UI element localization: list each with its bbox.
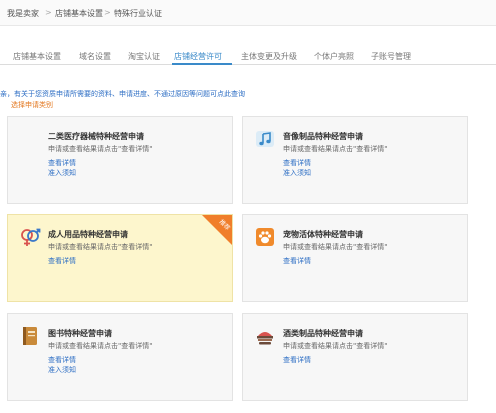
tab-store-business-license[interactable]: 店铺经营许可 [174,51,222,62]
book-icon [23,327,37,345]
card-audio-video: 音像制品特种经营申请 申请或查看结果请点击"查看详情" 查看详情 准入须知 [242,116,468,204]
card-description: 申请或查看结果请点击"查看详情" [48,342,153,350]
tab-bar: 店铺基本设置 域名设置 淘宝认证 店铺经营许可 主体变更及升级 个体户亮照 子账… [0,46,496,65]
tab-entity-change-upgrade[interactable]: 主体变更及升级 [241,51,297,62]
music-note-icon [256,131,274,147]
tab-store-basic-settings[interactable]: 店铺基本设置 [13,51,61,62]
card-description: 申请或查看结果请点击"查看详情" [283,342,388,350]
card-title: 宠物活体特种经营申请 [283,230,363,239]
card-description: 申请或查看结果请点击"查看详情" [48,243,153,251]
breadcrumb-separator: > [104,8,111,17]
card-medical-device: 二类医疗器械特种经营申请 申请或查看结果请点击"查看详情" 查看详情 准入须知 [7,116,233,204]
card-title: 酒类制品特种经营申请 [283,329,363,338]
view-details-link[interactable]: 查看详情 [283,355,311,365]
paw-icon [256,228,274,246]
medical-device-icon [19,128,41,150]
gender-symbol-icon [21,228,41,246]
card-description: 申请或查看结果请点击"查看详情" [48,145,153,153]
breadcrumb-item-store-settings[interactable]: 店铺基本设置 [55,8,103,19]
choose-category-label: 选择申请类别 [11,101,53,109]
admission-notice-link[interactable]: 准入须知 [283,168,311,178]
breadcrumb-item-seller[interactable]: 我是卖家 [7,8,39,19]
view-details-link[interactable]: 查看详情 [48,256,76,266]
breadcrumb-item-current: 特殊行业认证 [114,9,162,18]
tab-domain-settings[interactable]: 域名设置 [79,51,111,62]
card-description: 申请或查看结果请点击"查看详情" [283,145,388,153]
view-details-link[interactable]: 查看详情 [48,355,76,365]
view-details-link[interactable]: 查看详情 [283,256,311,266]
breadcrumb-separator: > [45,8,52,17]
card-books: 图书特种经营申请 申请或查看结果请点击"查看详情" 查看详情 准入须知 [7,313,233,401]
card-adult-products: 成人用品特种经营申请 申请或查看结果请点击"查看详情" 查看详情 推荐 [7,214,233,302]
card-alcohol-products: 酒类制品特种经营申请 申请或查看结果请点击"查看详情" 查看详情 [242,313,468,401]
card-title: 音像制品特种经营申请 [283,132,363,141]
tab-individual-license-display[interactable]: 个体户亮照 [314,51,354,62]
qualification-notice-link[interactable]: 亲，有关于您资质申请所需要的资料、申请进度、不通过原因等问题可点此查询 [0,89,245,99]
view-details-link[interactable]: 查看详情 [48,158,76,168]
tab-sub-account-management[interactable]: 子账号管理 [371,51,411,62]
card-live-pets: 宠物活体特种经营申请 申请或查看结果请点击"查看详情" 查看详情 [242,214,468,302]
card-title: 成人用品特种经营申请 [48,230,128,239]
view-details-link[interactable]: 查看详情 [283,158,311,168]
tab-taobao-certification[interactable]: 淘宝认证 [128,51,160,62]
breadcrumb: 我是卖家 > 店铺基本设置 > 特殊行业认证 [0,0,496,26]
admission-notice-link[interactable]: 准入须知 [48,365,76,375]
card-description: 申请或查看结果请点击"查看详情" [283,243,388,251]
card-title: 二类医疗器械特种经营申请 [48,132,144,141]
active-tab-indicator [172,63,232,65]
recommended-badge: 推荐 [202,215,232,245]
food-bowl-icon [257,332,273,345]
admission-notice-link[interactable]: 准入须知 [48,168,76,178]
card-title: 图书特种经营申请 [48,329,112,338]
